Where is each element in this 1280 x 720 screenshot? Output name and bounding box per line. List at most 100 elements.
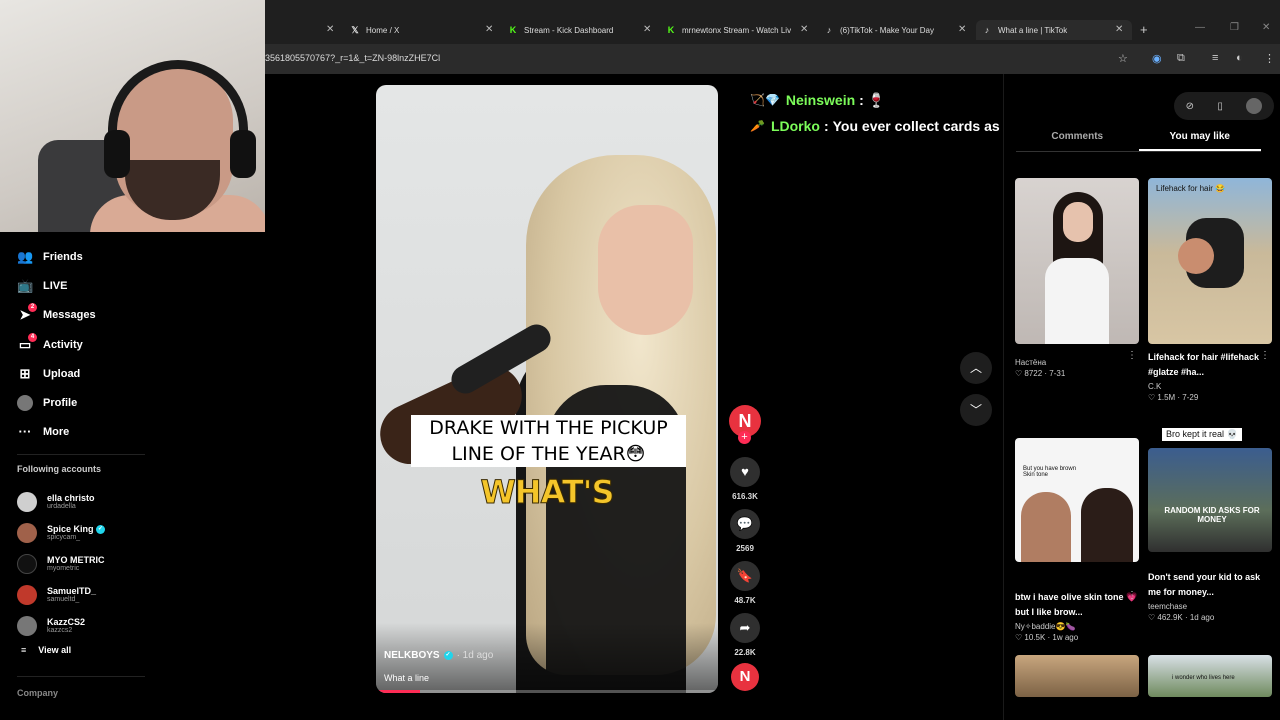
sidebar-item-profile[interactable]: Profile xyxy=(17,388,257,417)
list-item[interactable]: ella christo urdadella xyxy=(17,486,105,517)
video-progress-bar[interactable] xyxy=(376,690,421,693)
video-progress-track[interactable] xyxy=(376,690,718,693)
tab-x[interactable]: 𝕏 Home / X xyxy=(350,20,490,40)
view-all-link[interactable]: ≡ View all xyxy=(21,645,71,655)
panel-tabs: Comments You may like xyxy=(1016,126,1261,152)
tab-you-may-like[interactable]: You may like xyxy=(1138,126,1261,151)
avatar xyxy=(17,491,37,512)
video-card[interactable] xyxy=(1015,655,1139,697)
avatar xyxy=(17,522,37,543)
avatar[interactable] xyxy=(1246,98,1263,114)
video-card[interactable]: Lifehack for hair 😂 Lifehack for hair #l… xyxy=(1148,178,1272,402)
next-video-button[interactable]: ﹀ xyxy=(960,394,992,426)
verified-badge-icon: ✓ xyxy=(96,525,106,535)
chat-message: 🥕 LDorko : You ever collect cards as a k… xyxy=(750,118,1045,134)
tab-comments[interactable]: Comments xyxy=(1016,126,1139,151)
friends-icon: 👥 xyxy=(17,248,34,264)
bookmark-star-icon[interactable]: ☆ xyxy=(1118,52,1128,65)
close-tab-icon[interactable]: ✕ xyxy=(326,24,334,35)
list-item[interactable]: SamuelTD_ samueltd_ xyxy=(17,579,105,610)
list-item[interactable]: MYO METRIC myometric xyxy=(17,548,105,579)
close-tab-icon[interactable]: ✕ xyxy=(485,24,493,35)
list-item[interactable]: KazzCS2 kazzcs2 xyxy=(17,610,105,641)
close-window-icon[interactable]: ✕ xyxy=(1262,22,1270,33)
more-options-icon[interactable]: ⋮ xyxy=(1260,350,1270,361)
sidebar-item-activity[interactable]: ▭ 4 Activity xyxy=(17,330,257,359)
close-tab-icon[interactable]: ✕ xyxy=(1115,24,1123,35)
sidebar-item-live[interactable]: 📺 LIVE xyxy=(17,271,257,300)
comment-button[interactable]: 💬 2569 xyxy=(727,509,763,553)
headset-earcup xyxy=(230,130,256,178)
company-link[interactable]: Company xyxy=(17,688,58,698)
compass-icon[interactable]: ⊘ xyxy=(1186,101,1194,112)
thumb-person-face xyxy=(1063,202,1093,242)
video-thumbnail: i wonder who lives here xyxy=(1148,655,1272,697)
close-tab-icon[interactable]: ✕ xyxy=(643,24,651,35)
like-button[interactable]: ♥ 616.3K xyxy=(727,457,763,501)
more-options-icon[interactable]: ⋮ xyxy=(1127,590,1137,601)
profile-icon[interactable]: ◐ xyxy=(1236,52,1243,64)
video-subtitle-word: WHAT'S xyxy=(480,473,615,512)
video-caption: DRAKE WITH THE PICKUP LINE OF THE YEAR😳 xyxy=(411,415,686,467)
avatar xyxy=(17,395,33,412)
webcam-overlay xyxy=(0,0,265,232)
more-options-icon[interactable]: ⋮ xyxy=(1127,350,1137,361)
sidebar-item-upload[interactable]: ⊞ Upload xyxy=(17,359,257,388)
stream-chat-overlay: 🏹💎 Neinswein : 🍷 🥕 LDorko : You ever col… xyxy=(750,87,1044,139)
new-tab-icon[interactable]: + xyxy=(1140,22,1148,37)
minimize-icon[interactable]: — xyxy=(1195,22,1205,33)
thumb-face-left xyxy=(1021,492,1071,562)
url-field[interactable]: 3561805570767?_r=1&_t=ZN-98lnzZHE7Cl xyxy=(265,53,440,63)
sidebar-item-friends[interactable]: 👥 Friends xyxy=(17,242,257,271)
tab-tiktok-video[interactable]: ♪ What a line | TikTok xyxy=(976,20,1132,40)
list-item[interactable]: Spice King ✓ spicycam_ xyxy=(17,517,106,548)
sidebar-nav: 👥 Friends 📺 LIVE ➤ 2 Messages ▭ 4 Activity… xyxy=(17,242,257,447)
tab-tiktok-home[interactable]: ♪ (6)TikTok - Make Your Day xyxy=(824,20,954,40)
chevron-up-icon: ︿ xyxy=(969,361,982,375)
follow-plus-icon[interactable]: + xyxy=(738,431,751,444)
video-author[interactable]: NELKBOYS ✓ · 1d ago xyxy=(384,650,493,661)
video-card[interactable]: i wonder who lives here xyxy=(1148,655,1272,697)
thumbnail-top-caption: Bro kept it real 💀 xyxy=(1162,428,1242,441)
kick-logo-icon: K xyxy=(667,25,675,35)
video-card[interactable]: Bro kept it real 💀 RANDOM KID ASKS FOR M… xyxy=(1148,428,1272,622)
heart-icon: ♥ xyxy=(730,457,760,487)
x-logo-icon: 𝕏 xyxy=(351,25,359,35)
avatar xyxy=(17,553,37,574)
bookmark-icon: 🔖 xyxy=(730,561,760,591)
puzzle-icon[interactable]: ⧉ xyxy=(1177,52,1185,65)
tiktok-logo-icon: ♪ xyxy=(826,25,832,35)
tab-kick-dashboard[interactable]: K Stream - Kick Dashboard xyxy=(508,20,643,40)
video-card[interactable]: But you have brown Skin tone btw i have … xyxy=(1015,438,1139,642)
comment-icon: 💬 xyxy=(730,509,760,539)
close-tab-icon[interactable]: ✕ xyxy=(958,24,966,35)
thumbnail-text: But you have brown Skin tone xyxy=(1023,466,1077,478)
thumb-person-head xyxy=(1178,238,1214,274)
media-icon[interactable]: ≡ xyxy=(1212,52,1218,64)
thumb-face-right xyxy=(1081,488,1133,562)
sidebar-item-messages[interactable]: ➤ 2 Messages xyxy=(17,301,257,330)
tab-kick-stream[interactable]: K mrnewtonx Stream - Watch Liv xyxy=(666,20,794,40)
thumbnail-text: RANDOM KID ASKS FOR MONEY xyxy=(1164,506,1260,524)
video-card[interactable]: Настёна ♡ 8722 · 7-31 ⋮ xyxy=(1015,178,1139,378)
video-thumbnail: RANDOM KID ASKS FOR MONEY xyxy=(1148,448,1272,552)
phone-icon[interactable]: ▯ xyxy=(1217,101,1223,112)
notification-badge: 2 xyxy=(28,303,37,313)
share-button[interactable]: ➦ 22.8K xyxy=(727,613,763,657)
video-player[interactable]: DRAKE WITH THE PICKUP LINE OF THE YEAR😳 … xyxy=(376,85,718,693)
chevron-down-icon: ﹀ xyxy=(969,403,982,417)
maximize-icon[interactable]: ❐ xyxy=(1230,22,1239,33)
verified-badge-icon: ✓ xyxy=(443,651,453,660)
divider xyxy=(17,454,145,455)
video-thumbnail: But you have brown Skin tone xyxy=(1015,438,1139,562)
music-disc-avatar[interactable]: N xyxy=(731,663,759,691)
menu-icon[interactable]: ⋮ xyxy=(1264,52,1275,65)
save-button[interactable]: 🔖 48.7K xyxy=(727,561,763,605)
upload-icon: ⊞ xyxy=(19,365,31,381)
sidebar-item-more[interactable]: ··· More xyxy=(17,418,257,447)
previous-video-button[interactable]: ︿ xyxy=(960,352,992,384)
extension-icon[interactable]: ◉ xyxy=(1152,52,1162,65)
thumbnail-text: Lifehack for hair 😂 xyxy=(1156,184,1226,193)
close-tab-icon[interactable]: ✕ xyxy=(800,24,808,35)
kick-logo-icon: K xyxy=(509,25,517,35)
